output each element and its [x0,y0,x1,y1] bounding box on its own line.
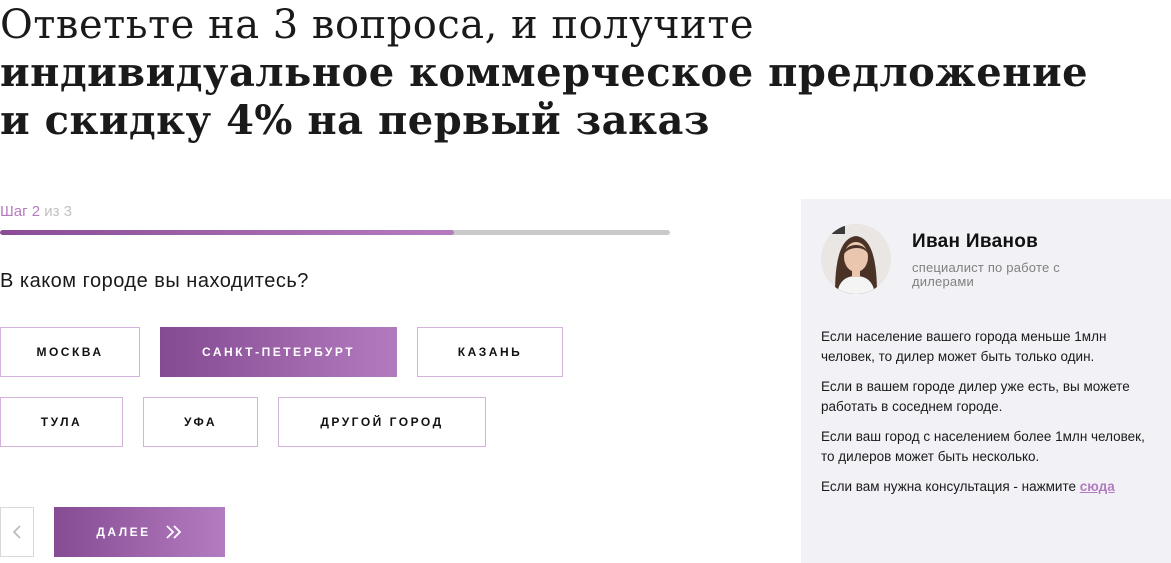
consult-text: Если вам нужна консультация - нажмите [821,479,1076,494]
option-moscow[interactable]: МОСКВА [0,327,140,377]
option-label: САНКТ-ПЕТЕРБУРТ [201,345,356,359]
info-text: Если население вашего города меньше 1млн… [821,327,1156,507]
step-current: Шаг 2 [0,203,41,220]
dealer-info-card: Иван Иванов специалист по работе с дилер… [801,199,1171,563]
person-name: Иван Иванов [912,231,1039,252]
option-tula[interactable]: ТУЛА [0,397,123,447]
step-indicator: Шаг 2 из 3 [0,203,72,221]
info-paragraph: Если ваш город с населением более 1млн ч… [821,429,1145,464]
question-text: В каком городе вы находитесь? [0,270,309,292]
step-total: из 3 [44,203,73,220]
title-bold: индивидуальное коммерческое предложение … [0,49,1089,144]
consult-paragraph: Если вам нужна консультация - нажмите сю… [821,477,1156,497]
next-button[interactable]: ДАЛЕЕ [54,507,225,557]
option-label: ТУЛА [40,415,83,429]
double-chevron-right-icon [166,525,181,539]
next-button-label: ДАЛЕЕ [96,525,151,539]
option-saint-petersburg[interactable]: САНКТ-ПЕТЕРБУРТ [160,327,397,377]
avatar [821,224,891,294]
option-label: КАЗАНЬ [457,345,523,359]
title-regular: Ответьте на 3 вопроса, и получите [0,2,755,48]
info-paragraph: Если население вашего города меньше 1млн… [821,329,1107,364]
person-role: специалист по работе с дилерами [912,260,1060,289]
person-photo [821,224,891,294]
progress-fill [0,230,454,235]
chevron-left-icon [12,525,21,539]
option-ufa[interactable]: УФА [143,397,258,447]
option-label: МОСКВА [36,345,104,359]
option-label: УФА [183,415,218,429]
back-button[interactable] [0,507,34,557]
info-paragraph: Если в вашем городе дилер уже есть, вы м… [821,379,1130,414]
option-kazan[interactable]: КАЗАНЬ [417,327,563,377]
progress-bar [0,230,670,235]
page-title: Ответьте на 3 вопроса, и получите индиви… [0,2,1100,145]
option-other-city[interactable]: ДРУГОЙ ГОРОД [278,397,486,447]
option-label: ДРУГОЙ ГОРОД [320,415,444,429]
quiz-page: Ответьте на 3 вопроса, и получите индиви… [0,0,1171,563]
consult-link[interactable]: сюда [1080,479,1115,494]
